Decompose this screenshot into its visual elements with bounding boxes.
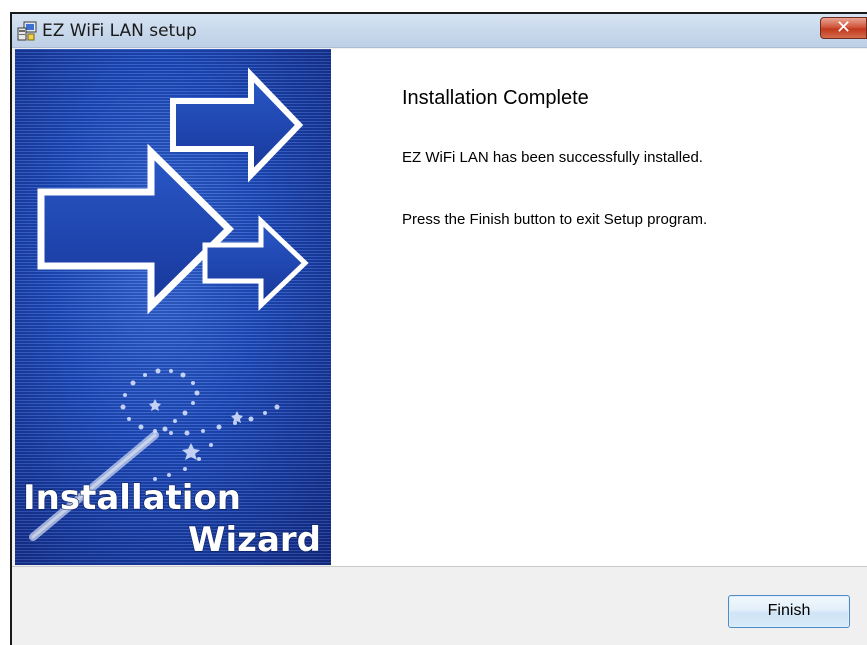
- content-panel: Installation Complete EZ WiFi LAN has be…: [331, 49, 867, 566]
- close-button[interactable]: ✕: [820, 17, 867, 39]
- window-title: EZ WiFi LAN setup: [42, 21, 197, 41]
- finish-button[interactable]: Finish: [728, 595, 850, 628]
- banner-title-line2: Wizard: [188, 520, 321, 560]
- sparkle-trail-icon: [120, 368, 280, 481]
- instruction-message: Press the Finish button to exit Setup pr…: [402, 211, 708, 228]
- setup-window: EZ WiFi LAN setup ✕ Installation Wizard …: [10, 12, 867, 645]
- installer-icon: [17, 21, 37, 41]
- arrow-icon: [170, 67, 304, 183]
- arrow-icon: [37, 143, 234, 315]
- arrows-and-wand-graphic: Installation Wizard: [22, 67, 322, 561]
- close-icon: ✕: [835, 17, 852, 38]
- banner-title-line1: Installation: [23, 478, 241, 518]
- button-bar: Finish: [12, 566, 867, 645]
- page-heading: Installation Complete: [402, 87, 589, 109]
- wizard-banner: Installation Wizard: [15, 49, 331, 565]
- success-message: EZ WiFi LAN has been successfully instal…: [402, 149, 703, 166]
- title-bar[interactable]: EZ WiFi LAN setup ✕: [12, 14, 867, 48]
